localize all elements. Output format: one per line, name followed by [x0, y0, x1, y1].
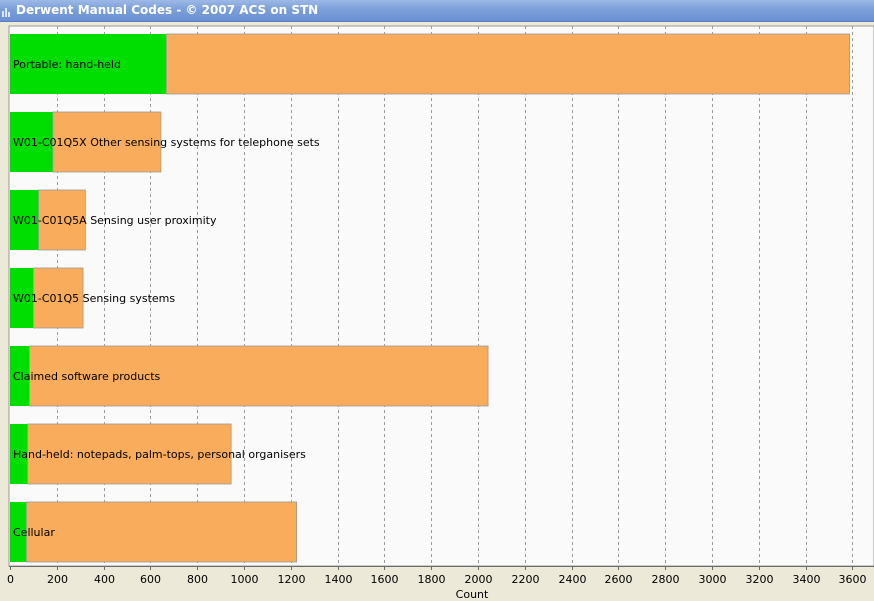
x-tick-label: 3000	[699, 573, 727, 586]
window-title: Derwent Manual Codes - © 2007 ACS on STN	[16, 3, 319, 17]
x-tick-label: 600	[140, 573, 161, 586]
bar-segment	[165, 33, 850, 95]
chart-area: Portable: hand-held W01-C01Q5X Other sens…	[0, 22, 874, 601]
x-axis-title: Count	[456, 588, 489, 601]
x-tick-label: 2600	[605, 573, 633, 586]
x-tick-label: 3200	[746, 573, 774, 586]
category-label: W01-C01Q5A Sensing user proximity	[13, 214, 217, 227]
category-label: Portable: hand-held	[13, 58, 121, 71]
bar-chart-icon	[2, 8, 10, 17]
category-label: Hand-held: notepads, palm-tops, personal…	[13, 448, 306, 461]
x-tick-label: 1800	[418, 573, 446, 586]
category-label: W01-C01Q5 Sensing systems	[13, 292, 175, 305]
x-tick-label: 800	[187, 573, 208, 586]
category-label: Claimed software products	[13, 370, 161, 383]
category-label: Cellular	[13, 526, 55, 539]
title-bar: Derwent Manual Codes - © 2007 ACS on STN	[0, 0, 874, 22]
x-tick-label: 2200	[512, 573, 540, 586]
x-tick-label: 2000	[465, 573, 493, 586]
x-tick-label: 400	[94, 573, 115, 586]
x-tick-label: 3400	[793, 573, 821, 586]
bar-segment	[25, 501, 298, 563]
x-tick-label: 200	[47, 573, 68, 586]
x-tick-label: 1000	[231, 573, 259, 586]
x-tick-label: 2400	[559, 573, 587, 586]
x-tick-label: 2800	[652, 573, 680, 586]
x-tick-label: 1200	[278, 573, 306, 586]
category-label: W01-C01Q5X Other sensing systems for tel…	[13, 136, 320, 149]
stacked-bar-chart: Portable: hand-held W01-C01Q5X Other sens…	[0, 22, 874, 601]
x-tick-label: 0	[7, 573, 14, 586]
x-tick-label: 1400	[325, 573, 353, 586]
x-tick-label: 3600	[839, 573, 867, 586]
x-tick-label: 1600	[371, 573, 399, 586]
